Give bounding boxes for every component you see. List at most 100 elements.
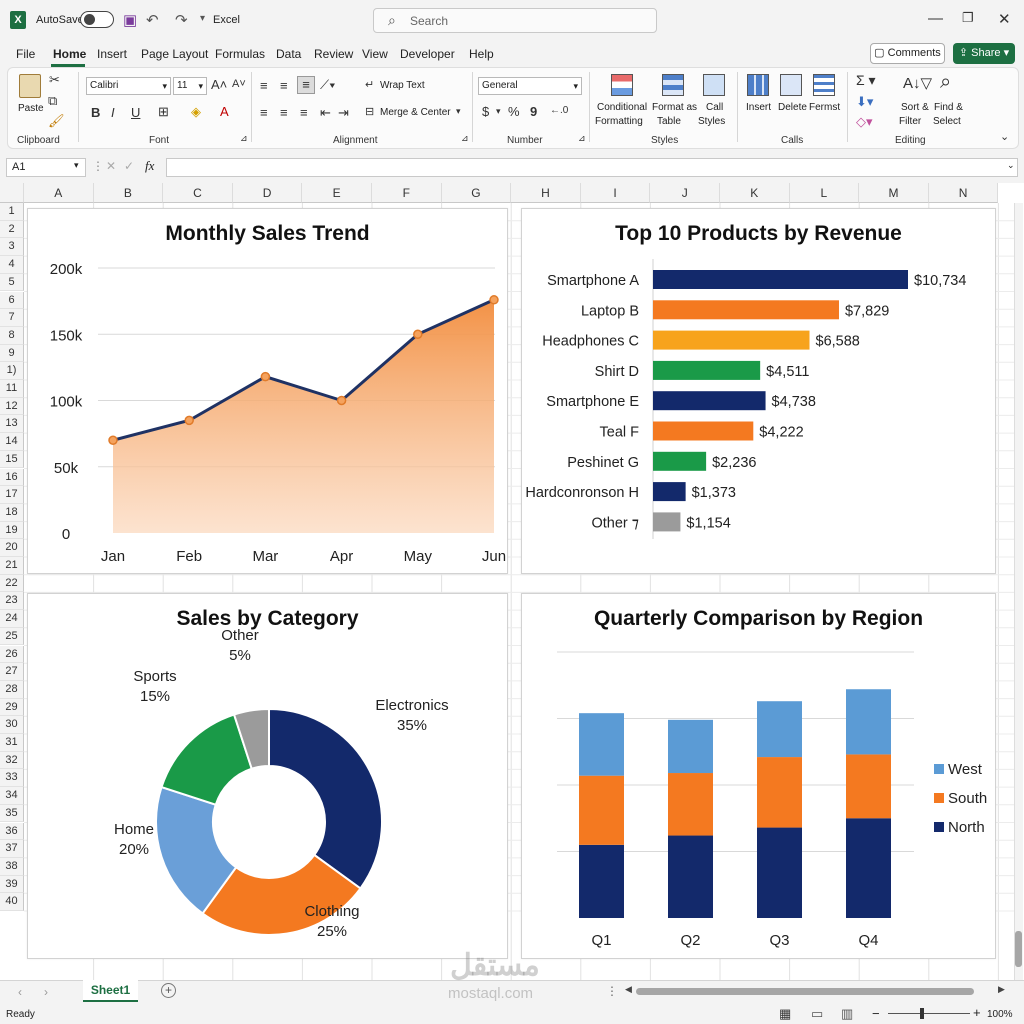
row-header[interactable]: 40 (0, 893, 24, 911)
zoom-slider[interactable] (888, 1013, 970, 1014)
column-header[interactable]: I (580, 183, 651, 203)
zoom-slider-thumb[interactable] (920, 1008, 924, 1019)
name-box-dropdown-icon[interactable]: ▾ (74, 160, 79, 171)
row-header[interactable]: 36 (0, 822, 24, 841)
paste-icon[interactable] (19, 74, 41, 98)
column-header[interactable]: H (511, 183, 581, 203)
format-cells-icon[interactable] (813, 74, 835, 96)
undo-icon[interactable]: ↶ (146, 11, 159, 29)
row-header[interactable]: 26 (0, 645, 24, 664)
font-name-select[interactable]: Calibri (86, 77, 171, 95)
menu-view[interactable]: View (362, 47, 388, 61)
row-header[interactable]: 19 (0, 521, 24, 540)
conditional-formatting-icon[interactable] (611, 74, 633, 96)
row-header[interactable]: 12 (0, 397, 24, 416)
formula-expand-icon[interactable]: ⌄ (1007, 160, 1015, 171)
search-input[interactable]: ⌕ Search (373, 8, 657, 33)
menu-help[interactable]: Help (469, 47, 494, 61)
vertical-scrollbar[interactable] (1014, 203, 1023, 980)
row-header[interactable]: 34 (0, 787, 24, 805)
menu-formulas[interactable]: Formulas (215, 47, 265, 61)
confirm-entry-icon[interactable]: ✓ (124, 159, 134, 173)
fill-color-icon[interactable]: ◈ (191, 104, 201, 120)
row-header[interactable]: 22 (0, 574, 24, 593)
menu-home[interactable]: Home (53, 47, 86, 61)
restore-icon[interactable]: ❐ (962, 10, 974, 26)
increase-font-icon[interactable]: A˄ (211, 77, 227, 92)
page-break-view-icon[interactable]: ▥ (841, 1006, 853, 1022)
insert-function-button[interactable]: fx (145, 158, 154, 174)
menu-developer[interactable]: Developer (400, 47, 455, 61)
row-header[interactable]: 29 (0, 698, 24, 717)
italic-button[interactable]: I (111, 105, 115, 120)
sheet-tab[interactable]: Sheet1 (83, 980, 138, 1002)
currency-dropdown-icon[interactable]: ▾ (496, 106, 501, 117)
number-launcher-icon[interactable]: ⊿ (578, 133, 586, 144)
font-launcher-icon[interactable]: ⊿ (240, 133, 248, 144)
clear-icon[interactable]: ◇▾ (856, 114, 873, 130)
cancel-entry-icon[interactable]: ✕ (106, 159, 116, 173)
column-header[interactable]: E (302, 183, 372, 203)
share-button[interactable]: ⇪ Share ▾ (953, 43, 1015, 64)
autosum-icon[interactable]: Σ ▾ (856, 72, 876, 89)
paste-label[interactable]: Paste (18, 103, 44, 114)
column-header[interactable]: K (720, 183, 790, 203)
find-select-line1[interactable]: Find & (934, 102, 963, 113)
row-header[interactable]: 16 (0, 468, 24, 487)
scroll-left-icon[interactable]: ◀ (625, 984, 632, 995)
menu-page-layout[interactable]: Page Layout (141, 47, 208, 61)
top-products-chart[interactable]: Top 10 Products by Revenue Smartphone A $… (521, 208, 996, 574)
row-header[interactable]: 6 (0, 291, 24, 310)
comments-button[interactable]: ▢ Comments (870, 43, 945, 64)
scroll-right-icon[interactable]: ▶ (998, 984, 1005, 995)
merge-center-icon[interactable]: ⊟ (365, 105, 374, 118)
vertical-scroll-thumb[interactable] (1015, 931, 1022, 967)
row-header[interactable]: 31 (0, 734, 24, 752)
close-icon[interactable]: ✕ (998, 10, 1011, 28)
row-header[interactable]: 37 (0, 840, 24, 858)
row-header[interactable]: 23 (0, 592, 24, 611)
row-header[interactable]: 17 (0, 486, 24, 504)
menu-data[interactable]: Data (276, 47, 301, 61)
row-header[interactable]: 13 (0, 415, 24, 434)
zoom-level[interactable]: 100% (987, 1009, 1013, 1020)
font-size-select[interactable]: 11 (173, 77, 207, 95)
row-header[interactable]: 28 (0, 680, 24, 699)
save-icon[interactable]: ▣ (123, 11, 137, 29)
column-header[interactable]: D (232, 183, 303, 203)
conditional-formatting-line2[interactable]: Formatting (595, 116, 643, 127)
formula-input[interactable] (166, 158, 1018, 177)
sort-filter-icon[interactable]: A↓▽ (903, 74, 932, 92)
row-header[interactable]: 38 (0, 857, 24, 876)
column-header[interactable]: F (372, 183, 442, 203)
row-header[interactable]: 33 (0, 769, 24, 788)
align-center-icon[interactable]: ≡ (280, 105, 288, 120)
align-middle-icon[interactable]: ≡ (280, 78, 288, 93)
ribbon-collapse-icon[interactable]: ⌄ (1000, 130, 1009, 143)
cell-styles-line2[interactable]: Styles (698, 116, 725, 127)
row-header[interactable]: 21 (0, 557, 24, 575)
row-header[interactable]: 3 (0, 238, 24, 257)
row-header[interactable]: 25 (0, 627, 24, 646)
row-header[interactable]: 1 (0, 203, 24, 221)
borders-icon[interactable]: ⊞ (158, 104, 169, 120)
column-header[interactable]: C (163, 183, 233, 203)
row-header[interactable]: 1) (0, 362, 24, 380)
copy-icon[interactable]: ⧉ (48, 93, 57, 109)
cell-styles-line1[interactable]: Call (706, 102, 723, 113)
insert-cells-icon[interactable] (747, 74, 769, 96)
row-header[interactable]: 15 (0, 450, 24, 469)
conditional-formatting-line1[interactable]: Conditional (597, 102, 647, 113)
row-header[interactable]: 18 (0, 503, 24, 522)
underline-button[interactable]: U (131, 105, 140, 120)
bold-button[interactable]: B (91, 105, 100, 120)
sales-category-chart[interactable]: Sales by Category Electronics 35% Clothing… (27, 593, 508, 959)
formula-more-icon[interactable]: ⋮ (92, 159, 104, 173)
row-header[interactable]: 4 (0, 256, 24, 274)
add-sheet-icon[interactable]: + (161, 983, 176, 998)
autosave-toggle[interactable] (80, 11, 114, 28)
monthly-sales-chart[interactable]: Monthly Sales Trend 0 50k 100k 150k 200k Jan F… (27, 208, 508, 574)
menu-file[interactable]: File (16, 47, 35, 61)
tab-split-icon[interactable]: ⋮ (606, 984, 618, 998)
find-select-line2[interactable]: Select (933, 116, 961, 127)
